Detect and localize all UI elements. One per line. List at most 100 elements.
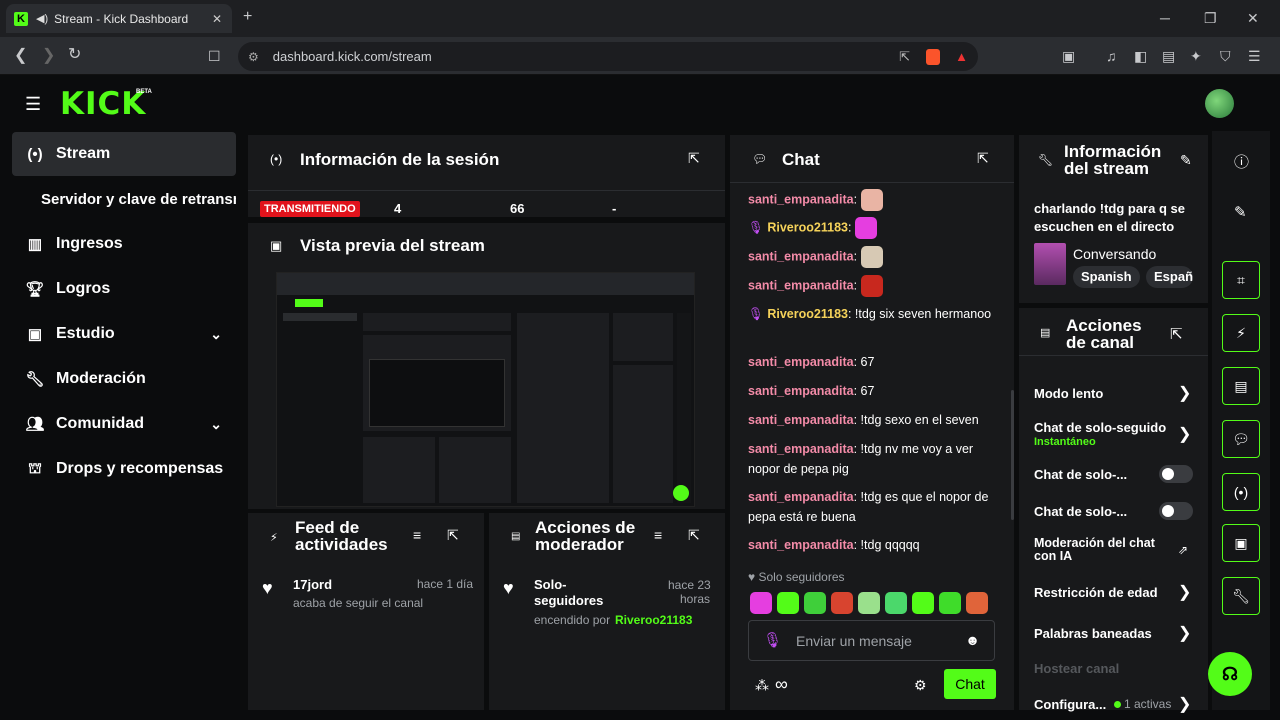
bookmark-icon[interactable]: ☐ <box>208 49 221 63</box>
vpn-icon[interactable]: ⛉ <box>1220 49 1231 63</box>
follower-only-row[interactable]: Chat de solo-seguido <box>1034 420 1194 435</box>
forward-icon[interactable]: ❯ <box>42 48 55 64</box>
sidebar-item-logros[interactable]: 🏆︎ Logros <box>12 267 236 311</box>
emote-icon[interactable] <box>777 592 799 614</box>
chat-username[interactable]: santi_empanadita <box>748 490 854 504</box>
external-link-icon[interactable]: ⇗ <box>1178 543 1188 557</box>
site-info-icon[interactable]: ⚙ <box>248 50 259 64</box>
chat-username[interactable]: santi_empanadita <box>748 355 854 369</box>
chevron-right-icon[interactable]: ❯ <box>1178 694 1191 714</box>
send-chat-button[interactable]: Chat <box>944 669 996 699</box>
avatar[interactable] <box>1205 89 1234 118</box>
filter-icon[interactable]: ≡ <box>413 527 421 543</box>
emoji-icon[interactable]: ☻ <box>965 632 980 648</box>
emote-only-toggle[interactable] <box>1159 502 1193 520</box>
brave-shield-icon[interactable] <box>926 48 940 65</box>
url-input[interactable]: ⚙ dashboard.kick.com/stream ⇱ ▲ <box>238 42 978 71</box>
share-icon[interactable]: ⇱ <box>899 49 910 65</box>
emote-icon[interactable] <box>750 592 772 614</box>
minimize-button[interactable]: ─ <box>1160 11 1170 25</box>
popout-icon[interactable]: ⇱ <box>447 527 459 544</box>
emote-icon[interactable] <box>885 592 907 614</box>
tab-close-icon[interactable]: ✕ <box>212 12 222 26</box>
chat-username[interactable]: santi_empanadita <box>748 278 854 292</box>
sidebar-icon[interactable]: ◧ <box>1134 49 1147 63</box>
sidebar-item-ingresos[interactable]: ▥ Ingresos <box>12 222 236 266</box>
chat-username[interactable]: santi_empanadita <box>748 442 854 456</box>
stream-preview-video[interactable] <box>276 272 695 507</box>
kick-badge-icon[interactable]: ⁂ <box>755 677 769 694</box>
ai-moderation-row[interactable]: Moderación del chat con IA <box>1034 537 1194 563</box>
chat-username[interactable]: santi_empanadita <box>748 538 854 552</box>
help-support-button[interactable]: ☊ <box>1208 652 1252 696</box>
chat-username[interactable]: Riveroo21183 <box>767 307 848 321</box>
ai-icon[interactable]: ✦ <box>1190 49 1202 63</box>
edit-pencil-icon[interactable]: ✎ <box>1180 152 1192 169</box>
chat-username[interactable]: santi_empanadita <box>748 413 854 427</box>
audio-icon[interactable]: ◀) <box>36 12 48 25</box>
rail-button-preview[interactable]: ⌗ <box>1222 261 1260 299</box>
chat-username[interactable]: santi_empanadita <box>748 192 854 206</box>
chat-input[interactable]: 🎙︎ Enviar un mensaje ☻ <box>748 620 995 661</box>
infinity-icon[interactable]: ∞ <box>775 674 788 695</box>
sidebar-item-drops[interactable]: ⛫ Drops y recompensas <box>12 447 236 491</box>
chevron-right-icon[interactable]: ❯ <box>1178 623 1191 643</box>
wallet-icon[interactable]: ▤ <box>1162 49 1175 63</box>
tag-chip-espanol[interactable]: Españ <box>1146 266 1193 288</box>
rail-button-chat[interactable]: 💬︎ <box>1222 420 1260 458</box>
rail-button-activity[interactable]: ⚡︎ <box>1222 314 1260 352</box>
chevron-right-icon[interactable]: ❯ <box>1178 424 1191 444</box>
modaction-user[interactable]: Riveroo21183 <box>615 613 692 627</box>
chat-username[interactable]: santi_empanadita <box>748 384 854 398</box>
rail-button-actions[interactable]: ▣ <box>1222 524 1260 562</box>
back-icon[interactable]: ❮ <box>14 48 27 64</box>
chevron-right-icon[interactable]: ❯ <box>1178 582 1191 602</box>
emote-icon[interactable] <box>966 592 988 614</box>
emote-icon[interactable] <box>804 592 826 614</box>
emote-icon[interactable] <box>831 592 853 614</box>
category-thumbnail[interactable] <box>1034 243 1066 285</box>
new-tab-button[interactable]: + <box>243 9 252 25</box>
sub-only-toggle[interactable] <box>1159 465 1193 483</box>
browser-tab[interactable]: K ◀) Stream - Kick Dashboard ✕ <box>6 4 232 33</box>
rail-button-stream-info[interactable]: 🔧︎ <box>1222 577 1260 615</box>
emote-icon[interactable] <box>858 592 880 614</box>
edit-pencil-icon[interactable]: ✎ <box>1234 203 1247 221</box>
hamburger-menu-icon[interactable]: ☰ <box>25 94 41 115</box>
info-icon[interactable]: ⓘ <box>1234 151 1249 172</box>
rail-button-log[interactable]: ▤ <box>1222 367 1260 405</box>
music-icon[interactable]: ♫ <box>1106 49 1117 63</box>
settings-icon[interactable]: ⚙ <box>914 677 927 694</box>
popout-icon[interactable]: ⇱ <box>688 527 700 544</box>
chat-username[interactable]: Riveroo21183 <box>767 220 848 234</box>
sidebar-item-comunidad[interactable]: 👥︎ Comunidad ⌄ <box>12 402 236 446</box>
reader-icon[interactable]: ▣ <box>1062 49 1075 63</box>
banned-words-row[interactable]: Palabras baneadas <box>1034 626 1194 641</box>
mic-badge-icon[interactable]: 🎙︎ <box>763 631 782 649</box>
chat-scrollbar[interactable] <box>1011 390 1014 520</box>
popout-icon[interactable]: ⇱ <box>1170 325 1183 343</box>
kick-logo[interactable]: KICK <box>60 86 146 122</box>
age-restriction-row[interactable]: Restricción de edad <box>1034 585 1194 600</box>
rail-button-broadcast[interactable]: (•) <box>1222 473 1260 511</box>
emote-icon[interactable] <box>912 592 934 614</box>
feed-item-user[interactable]: 17jord <box>293 577 332 592</box>
emote-icon[interactable] <box>939 592 961 614</box>
slow-mode-row[interactable]: Modo lento <box>1034 386 1194 401</box>
popout-icon[interactable]: ⇱ <box>688 150 700 167</box>
menu-icon[interactable]: ☰ <box>1248 49 1261 63</box>
chat-username[interactable]: santi_empanadita <box>748 249 854 263</box>
category-name[interactable]: Conversando <box>1073 246 1156 262</box>
popout-icon[interactable]: ⇱ <box>977 150 989 167</box>
chevron-right-icon[interactable]: ❯ <box>1178 383 1191 403</box>
reload-icon[interactable]: ↻ <box>68 47 81 63</box>
filter-icon[interactable]: ≡ <box>654 527 662 543</box>
sidebar-item-server-key[interactable]: Servidor y clave de retransn <box>12 177 236 221</box>
brave-rewards-icon[interactable]: ▲ <box>955 49 968 64</box>
restore-button[interactable]: ❐ <box>1204 11 1217 25</box>
tag-chip-spanish[interactable]: Spanish <box>1073 266 1140 288</box>
sidebar-item-estudio[interactable]: ▣ Estudio ⌄ <box>12 312 236 356</box>
sidebar-item-stream[interactable]: (•) Stream <box>12 132 236 176</box>
sidebar-item-moderacion[interactable]: 🔧︎ Moderación <box>12 357 236 401</box>
close-window-button[interactable]: ✕ <box>1247 11 1259 25</box>
